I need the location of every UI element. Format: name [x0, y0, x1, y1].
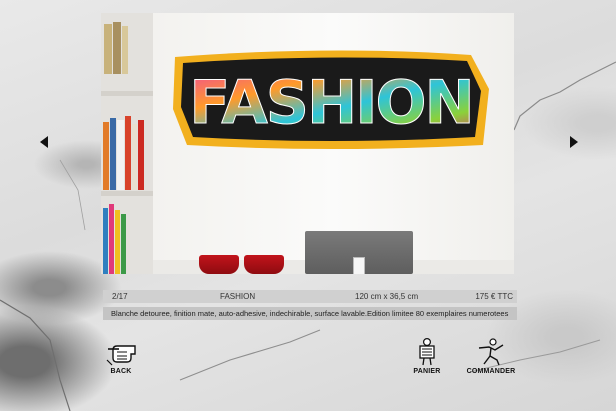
panier-label: PANIER: [413, 368, 441, 375]
product-name: FASHION: [220, 292, 256, 301]
red-bowl-left: [199, 255, 239, 274]
panier-button[interactable]: PANIER: [397, 338, 457, 375]
running-figure-icon: [478, 338, 504, 366]
back-label: BACK: [110, 368, 132, 375]
cart-figure-icon: [419, 338, 435, 366]
bookshelf: [101, 13, 153, 274]
red-bowl-right: [244, 255, 284, 274]
product-photo: FASHION: [101, 13, 514, 274]
pointing-hand-icon: [106, 345, 136, 366]
graffiti-artwork: FASHION: [173, 50, 489, 149]
product-price: 175 € TTC: [475, 292, 513, 301]
back-button[interactable]: BACK: [91, 338, 151, 375]
product-description: Blanche detouree, finition mate, auto-ad…: [111, 309, 509, 318]
product-dimensions: 120 cm x 36,5 cm: [355, 292, 419, 301]
product-info-bar: 2/17 FASHION 120 cm x 36,5 cm 175 € TTC: [103, 290, 517, 303]
next-arrow-icon[interactable]: [570, 136, 578, 148]
commander-label: COMMANDER: [466, 368, 516, 375]
previous-arrow-icon[interactable]: [40, 136, 48, 148]
graffiti-text: FASHION: [189, 68, 473, 138]
product-index: 2/17: [112, 292, 128, 301]
product-description-bar: Blanche detouree, finition mate, auto-ad…: [103, 307, 517, 320]
ipod: [353, 257, 365, 274]
commander-button[interactable]: COMMANDER: [461, 338, 521, 375]
